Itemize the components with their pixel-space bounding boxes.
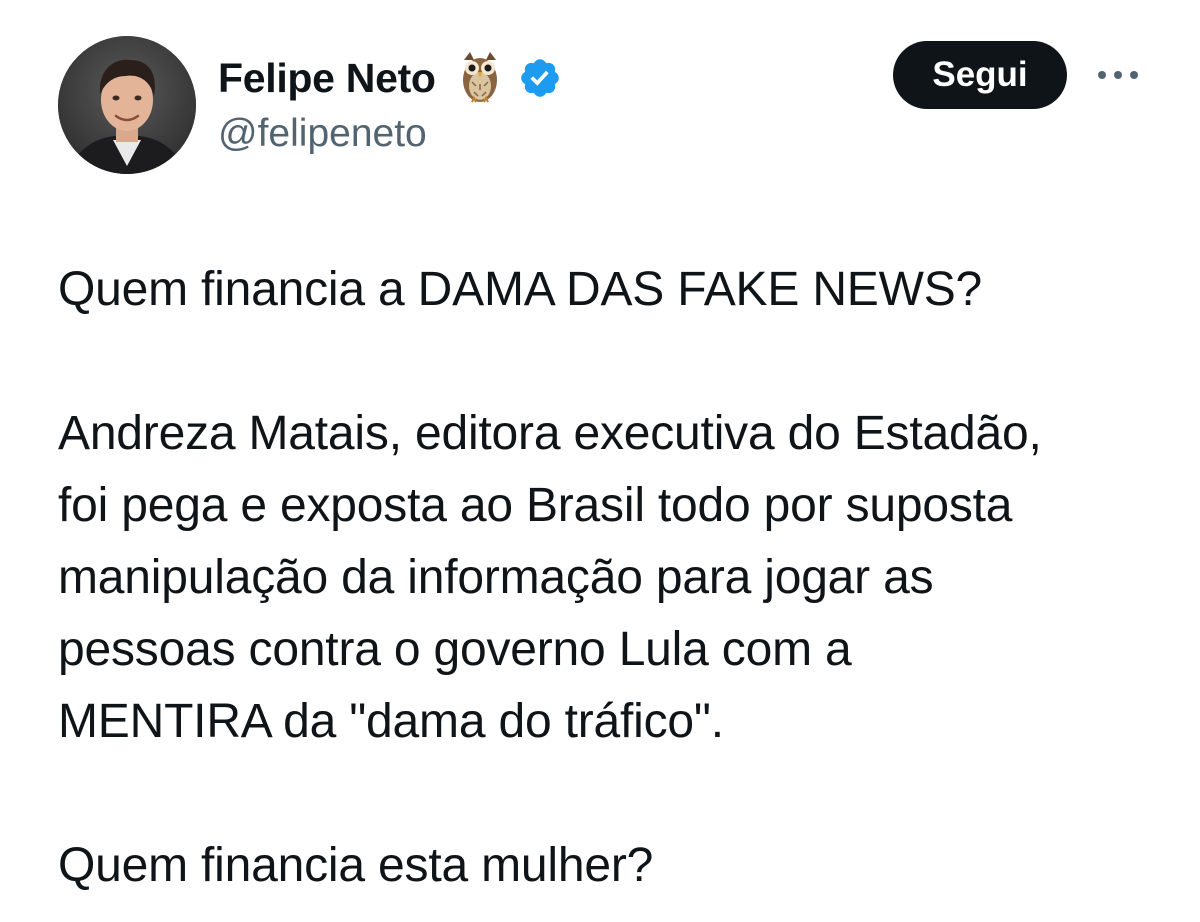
tweet-line: foi pega e exposta ao Brasil todo por su… [58, 479, 1013, 532]
tweet-line: pessoas contra o governo Lula com a [58, 623, 852, 676]
tweet-line: Quem financia esta mulher? [58, 839, 654, 892]
tweet-line: Andreza Matais, editora executiva do Est… [58, 407, 1042, 460]
tweet-card: Felipe Neto @felipeneto Segui Quem finan… [0, 0, 1200, 922]
author-name-row: Felipe Neto [218, 50, 562, 106]
verified-badge-icon [518, 56, 562, 100]
tweet-line: Quem financia a DAMA DAS FAKE NEWS? [58, 263, 983, 316]
avatar-photo [58, 36, 196, 174]
owl-emoji-icon [458, 50, 502, 106]
follow-button[interactable]: Segui [893, 41, 1067, 109]
display-name[interactable]: Felipe Neto [218, 57, 436, 99]
author-handle[interactable]: @felipeneto [218, 114, 427, 153]
avatar[interactable] [58, 36, 196, 174]
tweet-line: MENTIRA da "dama do tráfico". [58, 695, 724, 748]
tweet-line: manipulação da informação para jogar as [58, 551, 934, 604]
tweet-text: Quem financia a DAMA DAS FAKE NEWS? Andr… [58, 254, 1178, 902]
ellipsis-icon[interactable] [1096, 66, 1140, 84]
